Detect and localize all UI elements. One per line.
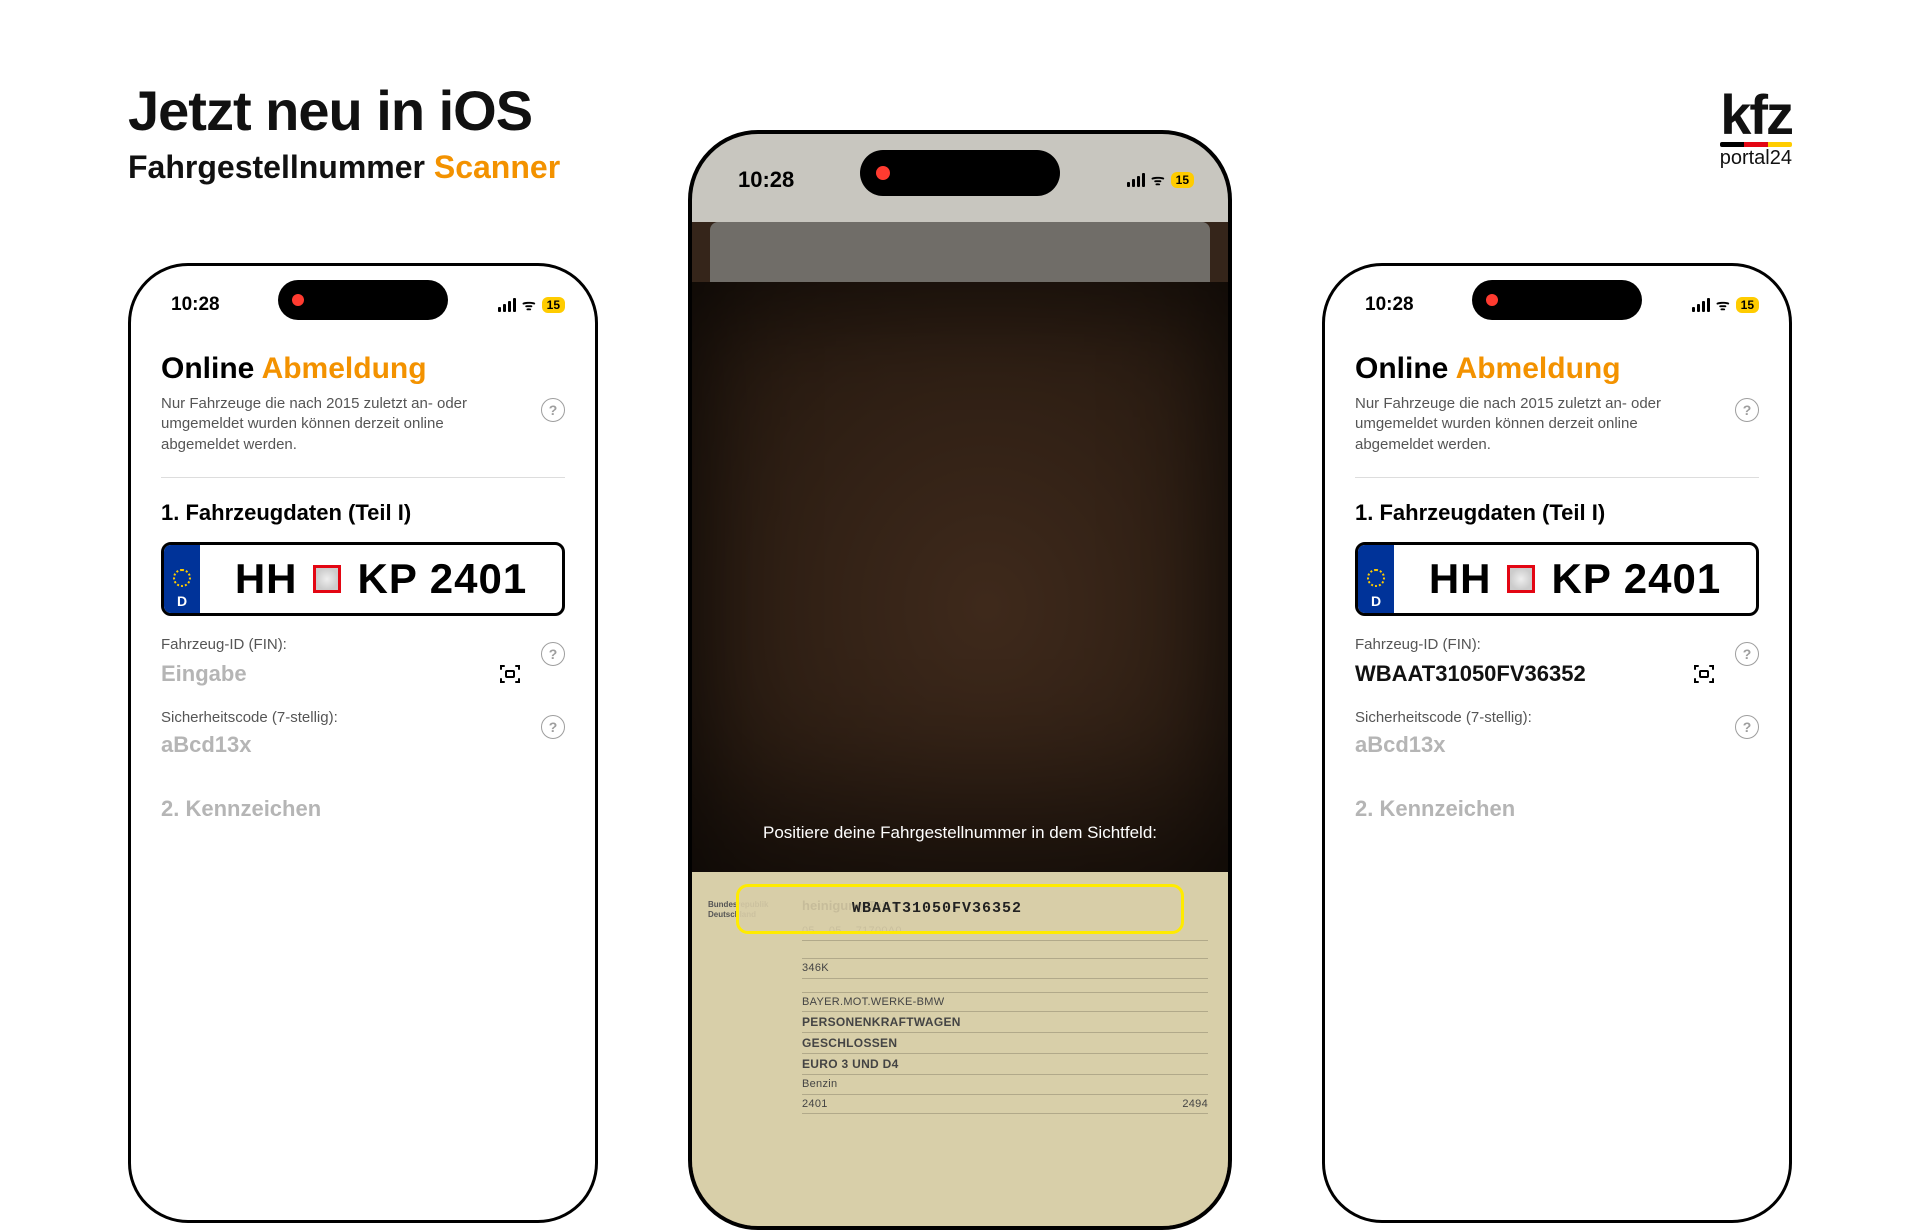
code-label: Sicherheitscode (7-stellig): — [161, 709, 565, 726]
phone-scanner: 10:28 ᯤ 15 Bundesrepublik Deutschland he… — [688, 130, 1232, 1230]
fin-label: Fahrzeug-ID (FIN): — [1355, 636, 1759, 653]
fin-input[interactable]: Eingabe — [161, 661, 485, 687]
cellular-icon — [498, 298, 516, 312]
code-field: Sicherheitscode (7-stellig): ? aBcd13x — [161, 709, 565, 758]
cellular-icon — [1127, 173, 1145, 187]
plate-text: HH KP 2401 — [200, 545, 562, 613]
recording-indicator-icon — [292, 294, 304, 306]
section-2-heading: 2. Kennzeichen — [1355, 796, 1759, 822]
status-time: 10:28 — [1365, 294, 1414, 316]
license-plate[interactable]: D HH KP 2401 — [161, 542, 565, 616]
promo-subtitle: Fahrgestellnummer Scanner — [128, 149, 560, 186]
code-input[interactable]: aBcd13x — [161, 732, 525, 758]
scan-icon — [1692, 662, 1716, 686]
phone-after: 10:28 ᯤ 15 Online Abmeldung Nur Fahrzeug… — [1322, 263, 1792, 1223]
recording-indicator-icon — [1486, 294, 1498, 306]
plate-text: HH KP 2401 — [1394, 545, 1756, 613]
plate-eu-badge: D — [1358, 545, 1394, 613]
logo-sub-text: portal24 — [1720, 147, 1792, 170]
fin-field: Fahrzeug-ID (FIN): ? WBAAT31050FV36352 — [1355, 636, 1759, 689]
fin-field: Fahrzeug-ID (FIN): ? Eingabe — [161, 636, 565, 689]
divider — [1355, 477, 1759, 478]
help-icon[interactable]: ? — [541, 398, 565, 422]
camera-view[interactable]: Bundesrepublik Deutschland heinigung Tei… — [692, 222, 1228, 1226]
cellular-icon — [1692, 298, 1710, 312]
logo-main-text: kfz — [1720, 90, 1792, 140]
code-field: Sicherheitscode (7-stellig): ? aBcd13x — [1355, 709, 1759, 758]
battery-icon: 15 — [1736, 297, 1759, 313]
brand-logo: kfz portal24 — [1720, 90, 1792, 170]
fin-label: Fahrzeug-ID (FIN): — [161, 636, 565, 653]
disclaimer-text: Nur Fahrzeuge die nach 2015 zuletzt an- … — [1355, 394, 1759, 455]
wifi-icon: ᯤ — [522, 295, 536, 315]
status-icons: ᯤ 15 — [1127, 170, 1194, 190]
eu-stars-icon — [173, 569, 191, 587]
section-1-heading: 1. Fahrzeugdaten (Teil I) — [1355, 500, 1759, 526]
battery-icon: 15 — [542, 297, 565, 313]
scan-button[interactable] — [1689, 659, 1719, 689]
scanner-instruction: Positiere deine Fahrgestellnummer in dem… — [692, 822, 1228, 845]
scan-button[interactable] — [495, 659, 525, 689]
form-content: Online Abmeldung Nur Fahrzeuge die nach … — [131, 326, 595, 822]
status-time: 10:28 — [171, 294, 220, 316]
status-icons: ᯤ 15 — [1692, 295, 1759, 315]
wifi-icon: ᯤ — [1716, 295, 1730, 315]
status-bar: 10:28 ᯤ 15 — [1325, 266, 1789, 326]
status-bar: 10:28 ᯤ 15 — [692, 134, 1228, 204]
page-title: Online Abmeldung — [1355, 352, 1759, 386]
section-1-heading: 1. Fahrzeugdaten (Teil I) — [161, 500, 565, 526]
status-icons: ᯤ 15 — [498, 295, 565, 315]
plate-seal-icon — [1507, 565, 1535, 593]
fin-input[interactable]: WBAAT31050FV36352 — [1355, 661, 1679, 687]
dynamic-island — [860, 150, 1060, 196]
promo-title: Jetzt neu in iOS — [128, 78, 560, 143]
detected-vin: WBAAT31050FV36352 — [852, 900, 1022, 917]
code-input[interactable]: aBcd13x — [1355, 732, 1719, 758]
promo-header: Jetzt neu in iOS Fahrgestellnummer Scann… — [128, 78, 560, 186]
dynamic-island — [278, 280, 448, 320]
section-2-heading: 2. Kennzeichen — [161, 796, 565, 822]
code-label: Sicherheitscode (7-stellig): — [1355, 709, 1759, 726]
plate-seal-icon — [313, 565, 341, 593]
license-plate[interactable]: D HH KP 2401 — [1355, 542, 1759, 616]
help-icon[interactable]: ? — [1735, 398, 1759, 422]
dynamic-island — [1472, 280, 1642, 320]
battery-icon: 15 — [1171, 172, 1194, 188]
eu-stars-icon — [1367, 569, 1385, 587]
scan-icon — [498, 662, 522, 686]
status-time: 10:28 — [738, 167, 794, 193]
wifi-icon: ᯤ — [1151, 170, 1165, 190]
disclaimer-text: Nur Fahrzeuge die nach 2015 zuletzt an- … — [161, 394, 565, 455]
recording-indicator-icon — [876, 166, 890, 180]
status-bar: 10:28 ᯤ 15 — [131, 266, 595, 326]
divider — [161, 477, 565, 478]
plate-eu-badge: D — [164, 545, 200, 613]
page-title: Online Abmeldung — [161, 352, 565, 386]
phone-before: 10:28 ᯤ 15 Online Abmeldung Nur Fahrzeug… — [128, 263, 598, 1223]
form-content: Online Abmeldung Nur Fahrzeuge die nach … — [1325, 326, 1789, 822]
